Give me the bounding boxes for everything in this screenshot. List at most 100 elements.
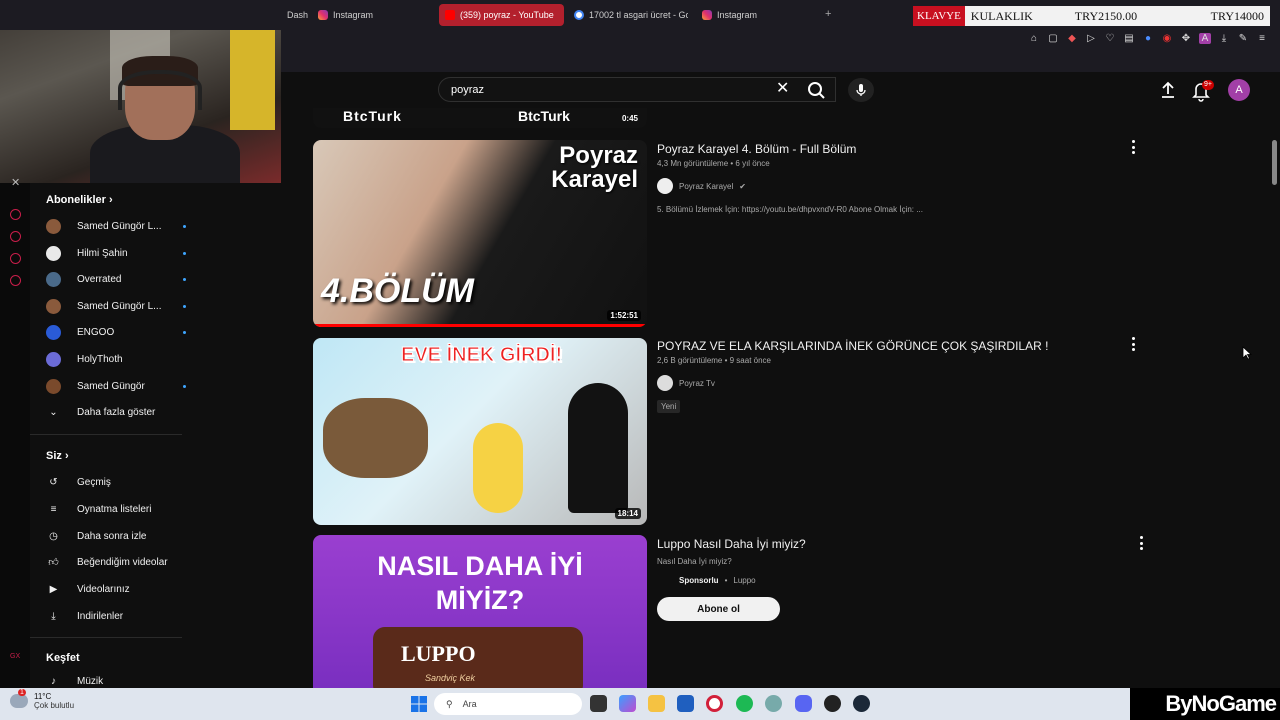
subscribe-button[interactable]: Abone ol [657, 597, 780, 621]
bookmarks-icon[interactable]: ▤ [1123, 33, 1135, 44]
file-explorer-icon[interactable] [648, 695, 665, 712]
voice-search-button[interactable] [848, 78, 874, 102]
watch-progress [313, 324, 647, 327]
explore-header: Keşfet [46, 652, 80, 664]
windows-taskbar [0, 688, 1280, 720]
chevron-down-icon: ⌄ [49, 406, 58, 418]
child-figure [568, 383, 628, 513]
channel-avatar [46, 245, 61, 261]
download-icon[interactable]: ⤓ [1218, 33, 1230, 44]
sidebar-subscription[interactable]: ENGOO [46, 322, 186, 342]
music-icon: ♪ [51, 675, 56, 687]
sidebar-item-playlists[interactable]: ≡ Oynatma listeleri [46, 499, 186, 519]
show-more-button[interactable]: ⌄ Daha fazla göster [46, 402, 186, 422]
opera-gx-icon[interactable] [706, 695, 723, 712]
you-header[interactable]: Siz › [46, 450, 69, 462]
chevron-right-icon: › [64, 450, 69, 462]
extension-red-icon[interactable]: ◉ [1161, 33, 1173, 44]
channel-link[interactable]: Poyraz Tv [657, 375, 715, 391]
video-title[interactable]: POYRAZ VE ELA KARŞILARINDA İNEK GÖRÜNCE … [657, 339, 1048, 353]
new-tab-button[interactable]: + [825, 8, 831, 20]
more-options-icon[interactable] [1130, 337, 1136, 351]
sidebar-item-music[interactable]: ♪ Müzik [46, 671, 186, 688]
screen: Dash Instagram (359) poyraz - YouTube 17… [0, 0, 1280, 720]
screenshot-icon[interactable]: ▢ [1047, 33, 1059, 44]
more-options-icon[interactable] [1130, 140, 1136, 154]
video-duration: 1:52:51 [607, 310, 641, 321]
shield-icon[interactable]: ◆ [1066, 33, 1078, 44]
copilot-icon[interactable] [619, 695, 636, 712]
puzzle-icon[interactable]: ✥ [1180, 33, 1192, 44]
bynogame-logo: ByNoGame [1130, 688, 1280, 720]
play-icon[interactable]: ▷ [1085, 33, 1097, 44]
scrollbar-thumb[interactable] [1272, 140, 1277, 185]
settings-icon[interactable] [10, 275, 21, 286]
discord-icon[interactable] [795, 695, 812, 712]
channel-avatar [46, 324, 61, 340]
sidebar-item-watch-later[interactable]: ◷ Daha sonra izle [46, 526, 186, 546]
sidebar-item-downloads[interactable]: ⤓ İndirilenler [46, 606, 186, 626]
sidebar-item-liked[interactable]: 👍︎ Beğendiğim videolar [46, 552, 186, 572]
steam-icon[interactable] [853, 695, 870, 712]
tab-dash[interactable]: Dash [281, 4, 311, 26]
rail-icon[interactable] [10, 209, 21, 220]
upload-icon[interactable] [1158, 80, 1178, 100]
sidebar-subscription[interactable]: Overrated [46, 269, 186, 289]
obs-icon[interactable] [824, 695, 841, 712]
youtube-icon [445, 10, 455, 20]
sidebar-item-your-videos[interactable]: ▶ Videolarınız [46, 579, 186, 599]
like-icon: 👍︎ [48, 557, 59, 568]
menu-icon[interactable]: ≡ [1256, 33, 1268, 44]
ad-title[interactable]: Luppo Nasıl Daha İyi miyiz? [657, 537, 806, 551]
google-icon [574, 10, 584, 20]
video-duration: 0:45 [621, 114, 638, 123]
video-thumbnail[interactable]: EVE İNEK GİRDİ! 18:14 [313, 338, 647, 525]
taskbar-search[interactable]: ⚲ Ara [434, 693, 582, 715]
close-icon[interactable]: ✕ [11, 176, 20, 189]
sidebar-item-history[interactable]: ↺ Geçmiş [46, 472, 186, 492]
thumbnail-text: BtcTurk [343, 108, 402, 124]
channel-avatar [46, 271, 61, 287]
rail-icon[interactable] [10, 253, 21, 264]
tab-google[interactable]: 17002 tl asgari ücret - Go [568, 4, 688, 26]
sidebar-subscription[interactable]: Hilmi Şahin [46, 243, 186, 263]
windows-start-icon[interactable] [411, 696, 427, 712]
thumbnail-text: EVE İNEK GİRDİ! [400, 344, 563, 367]
watch-later-icon: ◷ [49, 530, 58, 542]
sidebar-subscription[interactable]: Samed Güngör L... [46, 296, 186, 316]
tab-youtube[interactable]: (359) poyraz - YouTube [439, 4, 564, 26]
heart-icon[interactable]: ♡ [1104, 33, 1116, 44]
weather-widget[interactable]: 1 11°C Çok bulutlu [10, 689, 74, 710]
taskview-icon[interactable] [590, 695, 607, 712]
rail-icon[interactable] [10, 231, 21, 242]
video-thumbnail-partial[interactable]: BtcTurk BtcTurk 0:45 [313, 108, 647, 128]
gx-icon[interactable]: GX [10, 653, 20, 660]
channel-avatar [657, 178, 673, 194]
divider [30, 637, 182, 638]
playlist-icon: ≡ [50, 503, 57, 515]
channel-link[interactable]: Poyraz Karayel ✔ [657, 178, 746, 194]
sidebar-subscription[interactable]: HolyThoth [46, 349, 186, 369]
tab-instagram-2[interactable]: Instagram [696, 4, 816, 26]
tab-instagram[interactable]: Instagram [312, 4, 432, 26]
store-icon[interactable] [677, 695, 694, 712]
video-thumbnail[interactable]: Poyraz Karayel 4.BÖLÜM 1:52:51 [313, 140, 647, 327]
spotify-icon[interactable] [736, 695, 753, 712]
more-options-icon[interactable] [1138, 536, 1144, 550]
extension-blue-icon[interactable]: ● [1142, 33, 1154, 44]
account-avatar[interactable]: A [1228, 79, 1250, 101]
new-content-dot [183, 384, 186, 388]
search-icon[interactable] [804, 79, 828, 101]
profile-icon[interactable]: A [1199, 33, 1211, 44]
ad-thumbnail[interactable]: NASIL DAHA İYİ MİYİZ? LUPPO Sandviç Kek [313, 535, 647, 688]
clear-search-icon[interactable]: ✕ [776, 81, 789, 97]
video-title[interactable]: Poyraz Karayel 4. Bölüm - Full Bölüm [657, 142, 856, 156]
subscriptions-header[interactable]: Abonelikler › [46, 194, 113, 206]
pin-icon[interactable]: ⌂ [1028, 33, 1040, 44]
ticker-item: KULAKLIK [970, 8, 1033, 23]
channel-avatar [46, 351, 61, 367]
network-icon[interactable] [765, 695, 782, 712]
ai-icon[interactable]: ✎ [1237, 33, 1249, 44]
sidebar-subscription[interactable]: Samed Güngör L... [46, 216, 186, 236]
sidebar-subscription[interactable]: Samed Güngör [46, 376, 186, 396]
